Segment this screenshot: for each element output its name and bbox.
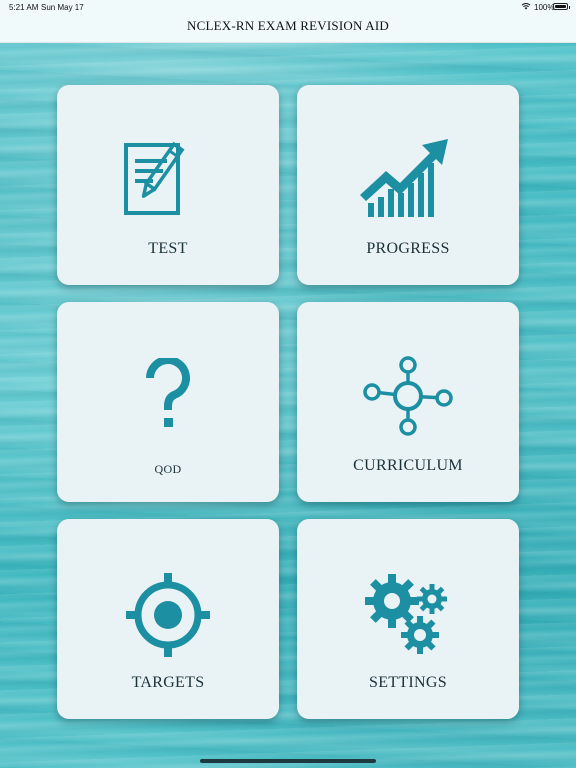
home-indicator[interactable] <box>200 759 376 763</box>
test-document-pencil-icon <box>124 141 185 215</box>
question-mark-icon <box>146 358 190 427</box>
tile-label-settings: SETTINGS <box>369 674 447 691</box>
tile-label-targets: TARGETS <box>131 674 205 691</box>
tile-label-qod: QOD <box>154 462 182 476</box>
qod-tile-button[interactable]: QOD <box>57 302 279 502</box>
tile-label-progress: PROGRESS <box>366 240 450 257</box>
status-date: Sun May 17 <box>41 3 84 12</box>
progress-chart-arrow-icon <box>360 139 448 217</box>
target-crosshair-icon <box>126 573 210 657</box>
curriculum-tile-button[interactable]: CURRICULUM <box>297 302 519 502</box>
battery-icon <box>553 3 570 10</box>
test-tile-button[interactable]: TEST <box>57 85 279 285</box>
tile-label-curriculum: CURRICULUM <box>353 457 463 474</box>
targets-tile-button[interactable]: TARGETS <box>57 519 279 719</box>
status-time: 5:21 AM <box>9 3 39 12</box>
page-title: NCLEX-RN EXAM REVISION AID <box>187 18 389 33</box>
settings-tile-button[interactable]: SETTINGS <box>297 519 519 719</box>
tile-label-test: TEST <box>148 240 188 257</box>
battery-percent: 100% <box>534 3 555 12</box>
progress-tile-button[interactable]: PROGRESS <box>297 85 519 285</box>
settings-gears-icon <box>365 574 447 654</box>
wifi-icon <box>521 3 531 10</box>
status-bar: 5:21 AM Sun May 17 100% <box>0 0 576 14</box>
curriculum-network-icon <box>363 356 453 436</box>
